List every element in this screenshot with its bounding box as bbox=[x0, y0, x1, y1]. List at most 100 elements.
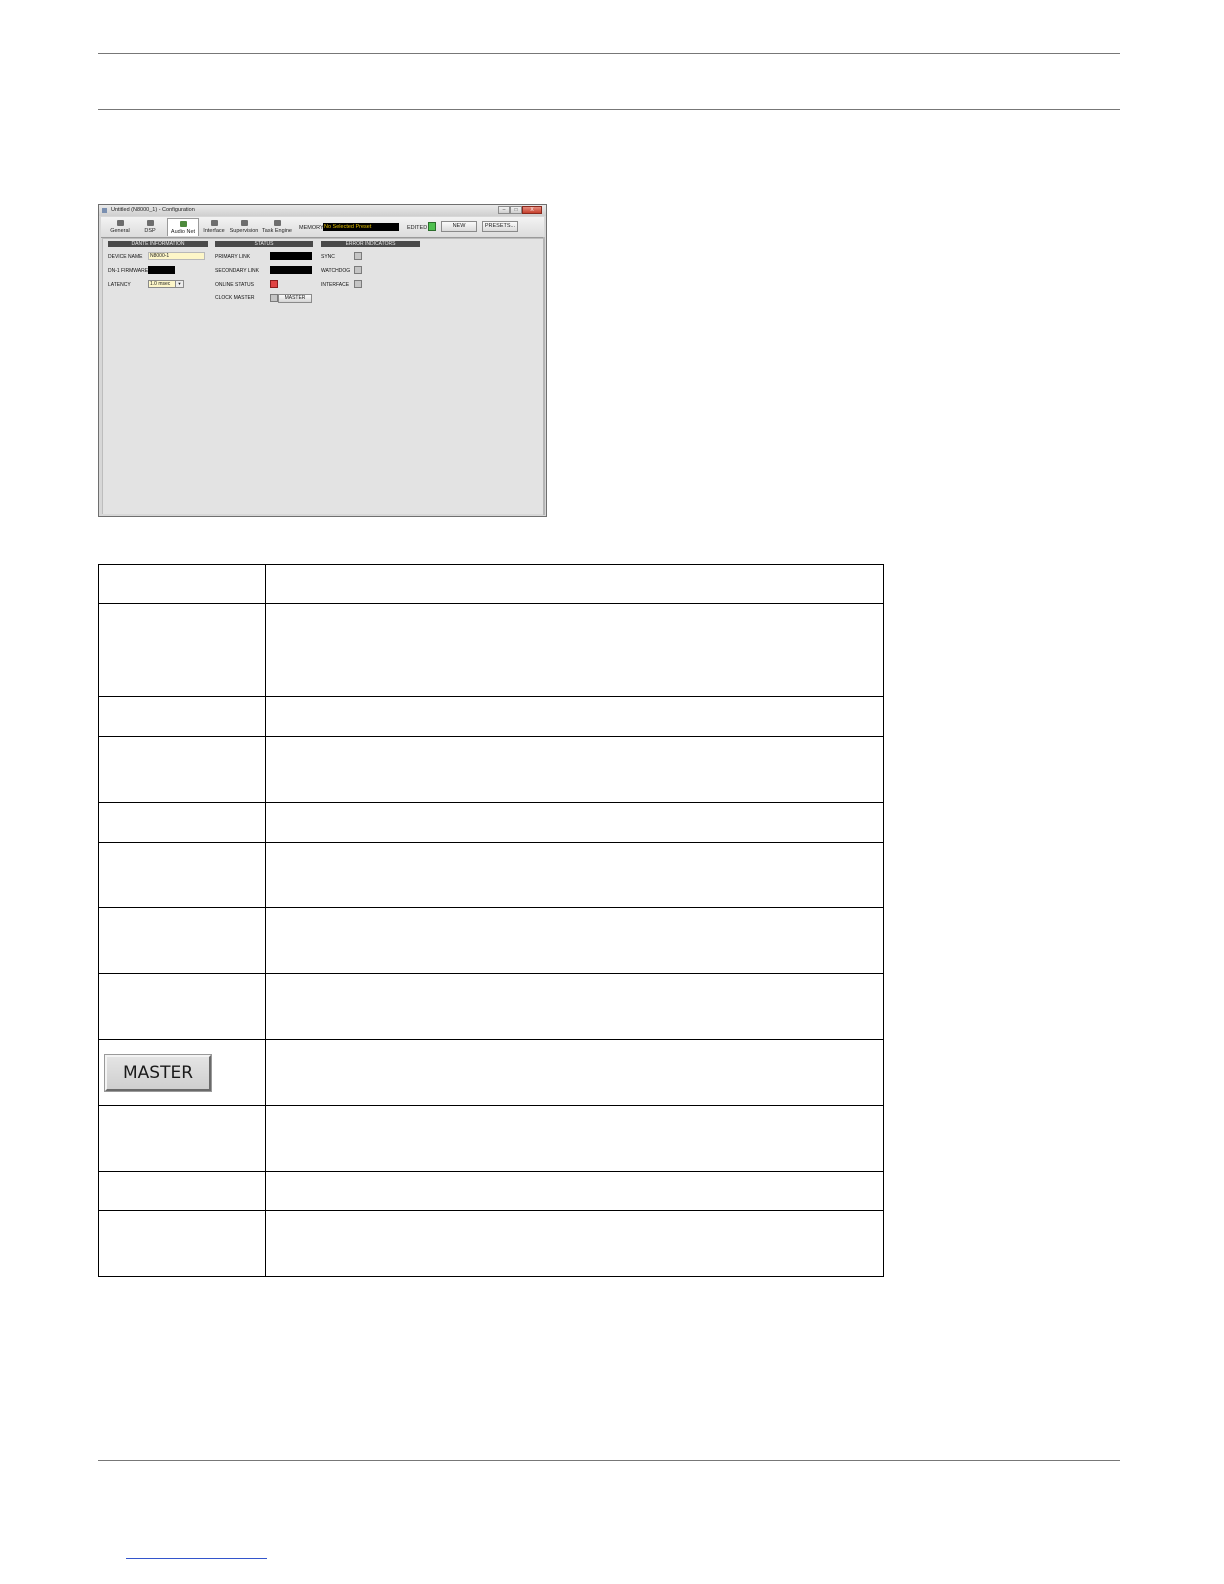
master-button-image: MASTER bbox=[104, 1053, 212, 1092]
clock-master-indicator bbox=[270, 294, 278, 302]
primary-link-label: PRIMARY LINK bbox=[215, 254, 251, 260]
status-header: STATUS bbox=[215, 241, 313, 247]
primary-link-display bbox=[270, 252, 312, 260]
table-row bbox=[98, 802, 884, 843]
tab-general[interactable]: General bbox=[105, 218, 135, 236]
dante-information-header: DANTE INFORMATION bbox=[108, 241, 208, 247]
interface-indicator bbox=[354, 280, 362, 288]
configuration-window: Untitled (N8000_1) - Configuration – □ X… bbox=[98, 204, 547, 517]
device-name-field[interactable]: N8000-1 bbox=[148, 252, 205, 260]
table-cell-description bbox=[265, 736, 884, 803]
table-row bbox=[98, 736, 884, 803]
minimize-button[interactable]: – bbox=[498, 206, 510, 214]
secondary-link-display bbox=[270, 266, 312, 274]
table-cell-description bbox=[265, 696, 884, 737]
memory-value: No Selected Preset bbox=[323, 223, 399, 231]
window-title: Untitled (N8000_1) - Configuration bbox=[111, 207, 195, 213]
sync-label: SYNC bbox=[321, 254, 335, 260]
tab-label: Supervision bbox=[229, 228, 259, 234]
dsp-icon bbox=[147, 220, 154, 226]
wrench-icon bbox=[117, 220, 124, 226]
new-button[interactable]: NEW bbox=[441, 221, 477, 232]
footer-rule bbox=[98, 1460, 1120, 1461]
audio-net-icon bbox=[180, 221, 187, 227]
tab-label: General bbox=[110, 228, 130, 234]
error-indicators-header: ERROR INDICATORS bbox=[321, 241, 420, 247]
latency-value: 1.0 msec bbox=[150, 281, 171, 287]
watchdog-indicator bbox=[354, 266, 362, 274]
app-icon bbox=[102, 208, 107, 213]
tab-label: DSP bbox=[144, 228, 156, 234]
table-row: MASTER bbox=[98, 1039, 884, 1106]
table-cell-label bbox=[98, 603, 266, 697]
table-cell-label bbox=[98, 736, 266, 803]
online-status-label: ONLINE STATUS bbox=[215, 282, 254, 288]
table-row bbox=[98, 907, 884, 974]
maximize-button[interactable]: □ bbox=[510, 206, 522, 214]
table-cell-label bbox=[98, 973, 266, 1040]
clock-master-label: CLOCK MASTER bbox=[215, 295, 255, 301]
tab-task-engine[interactable]: Task Engine bbox=[261, 218, 293, 236]
table-cell-description bbox=[265, 603, 884, 697]
close-button[interactable]: X bbox=[522, 206, 542, 214]
watchdog-label: WATCHDOG bbox=[321, 268, 351, 274]
latency-label: LATENCY bbox=[108, 282, 131, 288]
table-cell-description bbox=[265, 1039, 884, 1106]
tab-label: Interface bbox=[203, 228, 225, 234]
table-row bbox=[98, 603, 884, 697]
tab-label: Audio Net bbox=[170, 229, 196, 235]
audio-net-panel: DANTE INFORMATION DEVICE NAME N8000-1 DN… bbox=[102, 238, 544, 514]
footer-link-underline[interactable] bbox=[126, 1558, 267, 1559]
tab-audio-net[interactable]: Audio Net bbox=[167, 218, 199, 236]
table-cell-description bbox=[265, 973, 884, 1040]
table-cell-label bbox=[98, 842, 266, 908]
firmware-display bbox=[148, 266, 175, 274]
table-row bbox=[98, 696, 884, 737]
table-cell-label bbox=[98, 1171, 266, 1211]
table-cell-description bbox=[265, 1171, 884, 1211]
table-cell-description bbox=[265, 564, 884, 604]
table-row bbox=[98, 842, 884, 908]
header-rule-top bbox=[98, 53, 1120, 54]
table-row bbox=[98, 973, 884, 1040]
table-cell-label bbox=[98, 802, 266, 843]
device-name-label: DEVICE NAME bbox=[108, 254, 143, 260]
presets-button[interactable]: PRESETS... bbox=[482, 221, 518, 232]
edited-label: EDITED bbox=[407, 225, 428, 231]
task-engine-icon bbox=[274, 220, 281, 226]
table-row bbox=[98, 1171, 884, 1211]
table-cell-description bbox=[265, 802, 884, 843]
chevron-down-icon: ▼ bbox=[175, 281, 183, 287]
interface-label: INTERFACE bbox=[321, 282, 350, 288]
online-status-indicator bbox=[270, 280, 278, 288]
table-row bbox=[98, 1105, 884, 1172]
table-cell-description bbox=[265, 842, 884, 908]
sync-indicator bbox=[354, 252, 362, 260]
table-cell-label bbox=[98, 564, 266, 604]
panel-scrollbar[interactable] bbox=[543, 237, 545, 515]
table-cell-label: MASTER bbox=[98, 1039, 266, 1106]
table-cell-label bbox=[98, 696, 266, 737]
table-cell-label bbox=[98, 1105, 266, 1172]
edited-indicator bbox=[428, 222, 436, 231]
table-cell-label bbox=[98, 907, 266, 974]
toolbar: General DSP Audio Net Interface Supervis… bbox=[101, 217, 544, 238]
table-cell-description bbox=[265, 1105, 884, 1172]
table-row bbox=[98, 1210, 884, 1277]
interface-icon bbox=[211, 220, 218, 226]
secondary-link-label: SECONDARY LINK bbox=[215, 268, 259, 274]
supervision-icon bbox=[241, 220, 248, 226]
latency-select[interactable]: 1.0 msec ▼ bbox=[148, 280, 184, 288]
table-cell-description bbox=[265, 907, 884, 974]
firmware-label: DN-1 FIRMWARE bbox=[108, 268, 149, 274]
master-button[interactable]: MASTER bbox=[278, 294, 312, 303]
table-cell-label bbox=[98, 1210, 266, 1277]
memory-label: MEMORY bbox=[299, 225, 324, 231]
tab-label: Task Engine bbox=[262, 228, 292, 234]
tab-dsp[interactable]: DSP bbox=[137, 218, 163, 236]
tab-supervision[interactable]: Supervision bbox=[228, 218, 260, 236]
window-titlebar[interactable]: Untitled (N8000_1) - Configuration – □ X bbox=[99, 205, 546, 216]
table-row bbox=[98, 564, 884, 604]
description-table: MASTER bbox=[98, 564, 884, 1277]
tab-interface[interactable]: Interface bbox=[201, 218, 227, 236]
